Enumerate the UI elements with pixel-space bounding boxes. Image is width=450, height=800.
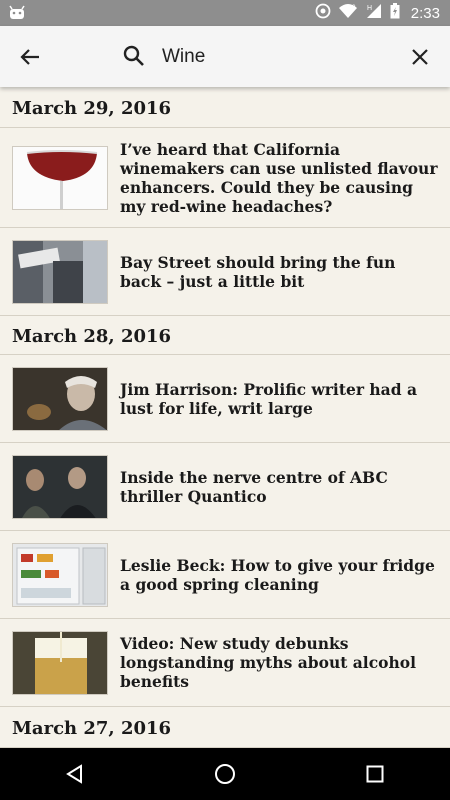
article-row[interactable]: Leslie Beck: How to give your fridge a g… — [0, 531, 450, 619]
date-header: March 28, 2016 — [0, 316, 450, 355]
article-row[interactable]: Jim Harrison: Prolific writer had a lust… — [0, 355, 450, 443]
search-toolbar — [0, 26, 450, 87]
close-icon — [412, 49, 428, 65]
article-headline: Video: New study debunks longstanding my… — [120, 634, 416, 691]
article-headline: Bay Street should bring the fun back – j… — [120, 252, 396, 291]
article-thumbnail — [12, 239, 108, 304]
status-bar: ? H 2:33 — [0, 0, 450, 26]
article-headline: Leslie Beck: How to give your fridge a g… — [120, 555, 435, 594]
article-row[interactable]: Video: New study debunks longstanding my… — [0, 619, 450, 707]
open-fridge-image — [13, 543, 107, 606]
nav-recents-button[interactable] — [345, 748, 405, 800]
article-thumbnail — [12, 145, 108, 210]
arrow-back-icon — [20, 49, 39, 65]
system-navigation-bar — [0, 748, 450, 800]
back-button[interactable] — [14, 41, 46, 73]
signal-icon: H — [365, 3, 383, 23]
date-header: March 27, 2016 — [0, 707, 450, 748]
search-input[interactable] — [162, 40, 392, 74]
article-thumbnail — [12, 542, 108, 607]
date-header: March 29, 2016 — [0, 87, 450, 128]
clock: 2:33 — [410, 4, 440, 22]
article-thumbnail — [12, 454, 108, 519]
quantico-still-image — [13, 455, 107, 518]
back-triangle-icon — [66, 764, 82, 784]
article-headline: Inside the nerve centre of ABC thriller … — [120, 467, 388, 506]
search-results-list[interactable]: March 29, 2016 I’ve heard that Californi… — [0, 87, 450, 748]
article-headline: I’ve heard that California winemakers ca… — [120, 139, 438, 216]
android-notification-icon — [9, 5, 25, 23]
article-row[interactable]: I’ve heard that California winemakers ca… — [0, 128, 450, 228]
bay-street-sign-image — [13, 240, 107, 303]
article-row[interactable]: Bay Street should bring the fun back – j… — [0, 228, 450, 316]
nav-home-button[interactable] — [195, 748, 255, 800]
clear-search-button[interactable] — [404, 41, 436, 73]
article-thumbnail — [12, 630, 108, 695]
home-circle-icon — [215, 764, 235, 784]
battery-icon — [390, 3, 400, 23]
svg-text:H: H — [367, 5, 372, 12]
recents-square-icon — [366, 765, 384, 783]
article-row[interactable]: Inside the nerve centre of ABC thriller … — [0, 443, 450, 531]
article-headline: Jim Harrison: Prolific writer had a lust… — [120, 379, 417, 418]
nav-back-button[interactable] — [45, 748, 105, 800]
jim-harrison-portrait-image — [13, 367, 107, 430]
red-wine-glass-image — [13, 146, 107, 209]
sync-icon — [315, 3, 331, 23]
search-icon — [122, 44, 146, 72]
article-thumbnail — [12, 366, 108, 431]
wifi-icon: ? — [338, 3, 358, 23]
beer-glass-image — [13, 631, 107, 694]
